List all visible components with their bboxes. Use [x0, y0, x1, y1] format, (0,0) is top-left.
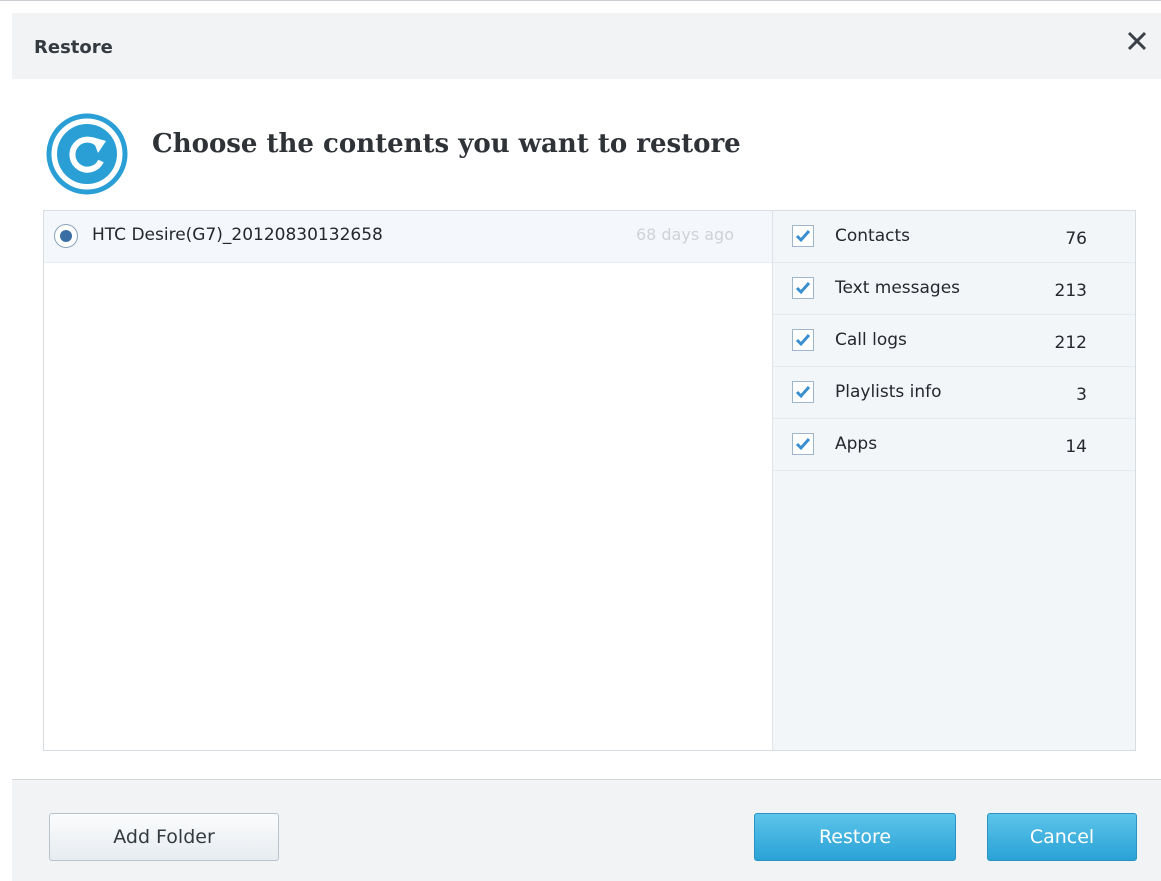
content-item-text-messages[interactable]: Text messages 213	[773, 263, 1135, 315]
check-icon	[795, 386, 811, 399]
check-icon	[795, 230, 811, 243]
content-label: Contacts	[835, 226, 910, 246]
content-item-playlists-info[interactable]: Playlists info 3	[773, 367, 1135, 419]
content-count: 76	[1065, 229, 1087, 249]
content-label: Playlists info	[835, 382, 942, 402]
text-messages-checkbox[interactable]	[792, 277, 814, 299]
content-count: 212	[1054, 333, 1087, 353]
backup-name: HTC Desire(G7)_20120830132658	[92, 225, 383, 245]
content-count: 213	[1054, 281, 1087, 301]
content-label: Apps	[835, 434, 878, 454]
content-item-call-logs[interactable]: Call logs 212	[773, 315, 1135, 367]
backup-radio[interactable]	[54, 224, 78, 248]
dialog-footer: Add Folder Restore Cancel	[12, 780, 1161, 881]
check-icon	[795, 282, 811, 295]
content-item-contacts[interactable]: Contacts 76	[773, 211, 1135, 263]
restore-dialog: Restore Choose the contents you want to …	[0, 0, 1161, 881]
check-icon	[795, 334, 811, 347]
close-icon[interactable]	[1123, 27, 1151, 55]
restore-button[interactable]: Restore	[754, 813, 956, 861]
content-count: 14	[1065, 437, 1087, 457]
apps-checkbox[interactable]	[792, 433, 814, 455]
page-heading: Choose the contents you want to restore	[152, 129, 741, 159]
radio-selected-dot	[60, 230, 72, 242]
content-label: Call logs	[835, 330, 907, 350]
dialog-title: Restore	[34, 37, 113, 58]
content-item-apps[interactable]: Apps 14	[773, 419, 1135, 471]
cancel-button[interactable]: Cancel	[987, 813, 1137, 861]
add-folder-button[interactable]: Add Folder	[49, 813, 279, 861]
selection-panel: HTC Desire(G7)_20120830132658 68 days ag…	[43, 210, 1136, 751]
contents-list: Contacts 76 Text messages 213 Call logs …	[772, 211, 1135, 750]
contacts-checkbox[interactable]	[792, 225, 814, 247]
check-icon	[795, 438, 811, 451]
restore-icon	[40, 113, 134, 195]
call-logs-checkbox[interactable]	[792, 329, 814, 351]
content-count: 3	[1076, 385, 1087, 405]
backup-list: HTC Desire(G7)_20120830132658 68 days ag…	[44, 211, 772, 750]
playlists-info-checkbox[interactable]	[792, 381, 814, 403]
content-label: Text messages	[835, 278, 961, 298]
backup-item[interactable]: HTC Desire(G7)_20120830132658 68 days ag…	[44, 211, 772, 263]
title-bar: Restore	[12, 13, 1161, 79]
backup-age: 68 days ago	[635, 225, 734, 244]
